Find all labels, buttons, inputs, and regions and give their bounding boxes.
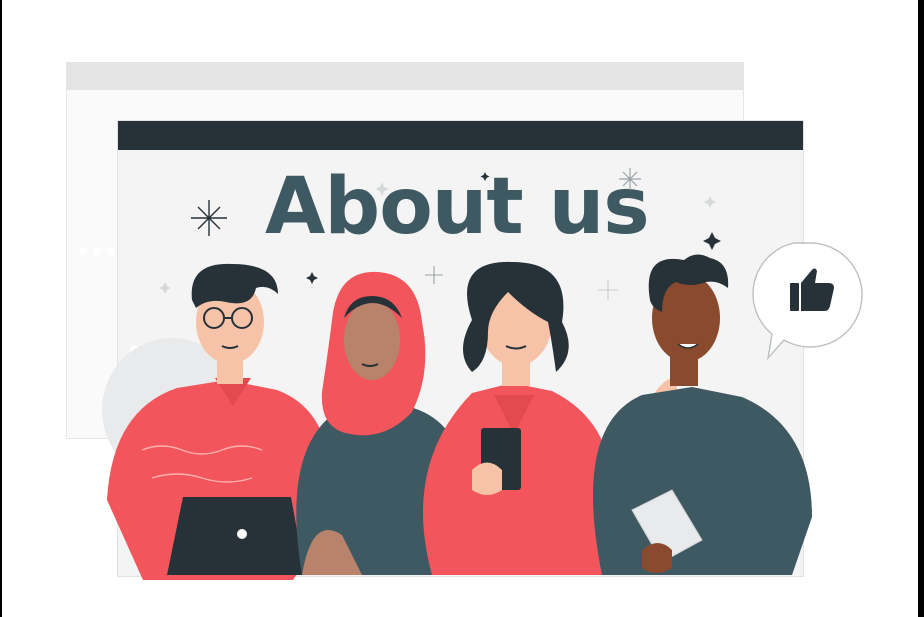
- sparkle-icon: [191, 200, 227, 236]
- sparkle-icon: [619, 168, 641, 190]
- sparkle-icon: [306, 272, 318, 284]
- sparkle-icon: [480, 172, 490, 181]
- sparkle-icon: [703, 232, 721, 250]
- illustration-canvas: About us: [2, 0, 918, 617]
- sparkle-icon: [375, 182, 389, 196]
- people-illustration: [102, 168, 863, 580]
- sparkle-icon: [159, 282, 171, 294]
- sparkle-icon: [704, 196, 716, 208]
- speech-bubble: [752, 242, 863, 361]
- sparkle-icon: [598, 280, 618, 300]
- sparkle-icon: [425, 266, 443, 284]
